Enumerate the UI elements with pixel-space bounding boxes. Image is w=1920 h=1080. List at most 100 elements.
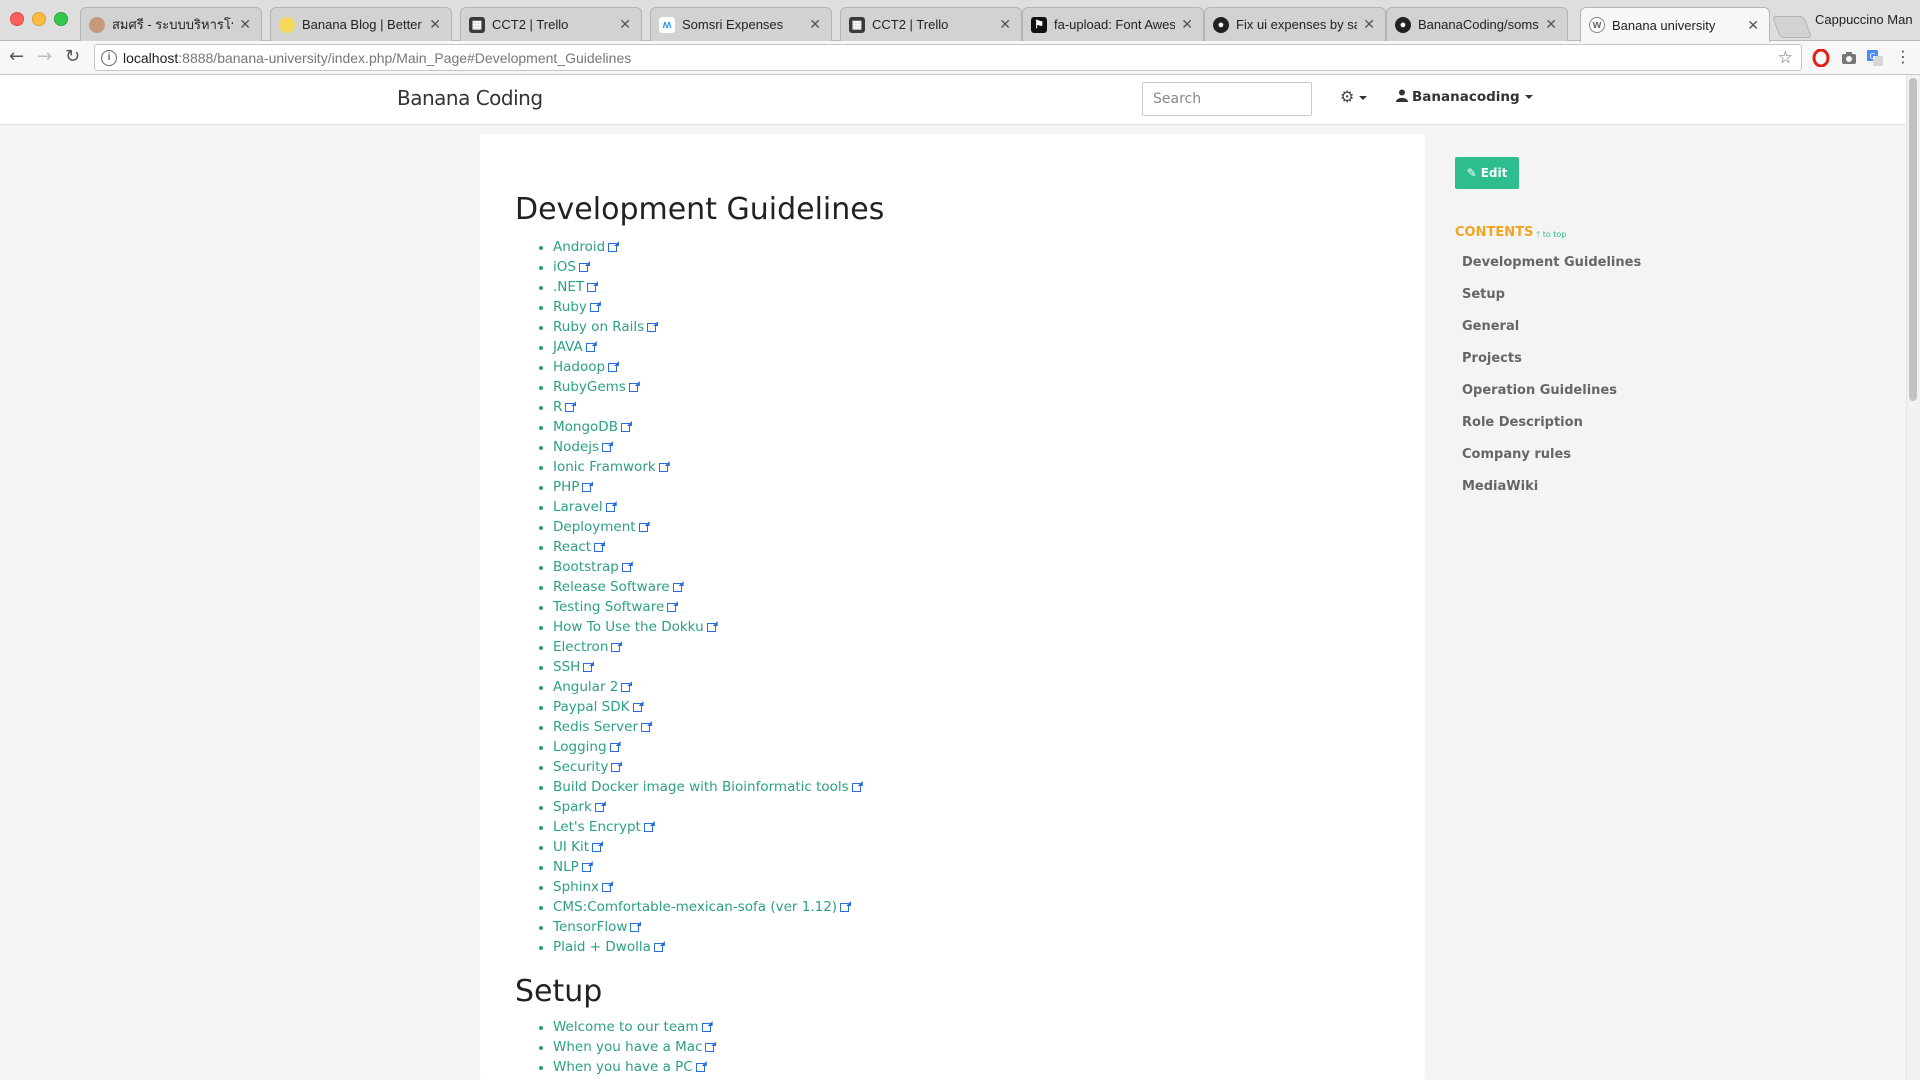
toc-item[interactable]: MediaWiki <box>1462 479 1641 511</box>
wiki-link[interactable]: Let's Encrypt <box>553 819 641 835</box>
wiki-link[interactable]: Security <box>553 759 608 775</box>
browser-tab-active[interactable]: w Banana university ✕ <box>1580 7 1770 42</box>
close-icon[interactable]: ✕ <box>1363 16 1375 33</box>
browser-tab[interactable]: ʍ Somsri Expenses ✕ <box>650 7 832 41</box>
close-icon[interactable]: ✕ <box>999 16 1011 33</box>
wiki-link[interactable]: Spark <box>553 799 592 815</box>
wiki-link[interactable]: Bootstrap <box>553 559 619 575</box>
section-heading-setup: Setup <box>515 974 603 1009</box>
wiki-link[interactable]: React <box>553 539 591 555</box>
wiki-link[interactable]: How To Use the Dokku <box>553 619 704 635</box>
translate-icon[interactable]: G <box>1866 49 1884 67</box>
wiki-link[interactable]: SSH <box>553 659 580 675</box>
wiki-link[interactable]: Hadoop <box>553 359 605 375</box>
external-link-icon <box>608 243 618 252</box>
wiki-link[interactable]: Electron <box>553 639 608 655</box>
setup-list: Welcome to our team When you have a Mac Wh… <box>535 1017 715 1077</box>
search-input[interactable] <box>1142 82 1312 116</box>
toc-item[interactable]: Role Description <box>1462 415 1641 447</box>
wiki-link[interactable]: .NET <box>553 279 584 295</box>
wiki-link[interactable]: RubyGems <box>553 379 626 395</box>
toc-item[interactable]: Projects <box>1462 351 1641 383</box>
close-icon[interactable]: ✕ <box>619 16 631 33</box>
maximize-window-button[interactable] <box>54 12 68 26</box>
browser-tab[interactable]: สมศรี - ระบบบริหารโรงเรียน ✕ <box>80 7 262 41</box>
browser-tab[interactable]: ▦ CCT2 | Trello ✕ <box>460 7 642 41</box>
settings-dropdown[interactable]: ⚙ <box>1340 87 1368 106</box>
list-item: Welcome to our team <box>553 1017 714 1037</box>
wiki-link[interactable]: Deployment <box>553 519 636 535</box>
wiki-link[interactable]: Welcome to our team <box>553 1019 699 1035</box>
close-icon[interactable]: ✕ <box>239 16 251 33</box>
wiki-link[interactable]: Testing Software <box>553 599 664 615</box>
wiki-link[interactable]: Ruby on Rails <box>553 319 644 335</box>
wiki-link[interactable]: MongoDB <box>553 419 618 435</box>
avatar-icon <box>89 16 105 33</box>
browser-tab[interactable]: ● Fix ui expenses by saw ✕ <box>1204 7 1386 41</box>
camera-icon[interactable] <box>1840 49 1858 67</box>
wiki-link[interactable]: Ionic Framwork <box>553 459 656 475</box>
list-item: Logging <box>553 737 861 757</box>
new-tab-button[interactable] <box>1771 16 1813 38</box>
wiki-link[interactable]: Laravel <box>553 499 603 515</box>
browser-profile-name[interactable]: Cappuccino Man <box>1815 12 1913 27</box>
external-link-icon <box>611 763 621 772</box>
browser-tab[interactable]: ● BananaCoding/somsri | ✕ <box>1386 7 1568 41</box>
close-icon[interactable]: ✕ <box>1747 17 1759 34</box>
wiki-link[interactable]: PHP <box>553 479 579 495</box>
toc-item[interactable]: General <box>1462 319 1641 351</box>
wiki-link[interactable]: Android <box>553 239 605 255</box>
wiki-link[interactable]: Sphinx <box>553 879 599 895</box>
wiki-link[interactable]: When you have a Mac <box>553 1039 702 1055</box>
toc-item[interactable]: Development Guidelines <box>1462 255 1641 287</box>
wiki-link[interactable]: CMS:Comfortable-mexican-sofa (ver 1.12) <box>553 899 837 915</box>
edit-button[interactable]: ✎ Edit <box>1455 157 1519 189</box>
forward-arrow-icon[interactable]: → <box>37 47 52 67</box>
wiki-link[interactable]: Nodejs <box>553 439 599 455</box>
wiki-link[interactable]: NLP <box>553 859 579 875</box>
svg-text:G: G <box>1870 52 1876 61</box>
wiki-link[interactable]: Logging <box>553 739 607 755</box>
wiki-link[interactable]: TensorFlow <box>553 919 627 935</box>
wiki-link[interactable]: Ruby <box>553 299 587 315</box>
kebab-menu-icon[interactable]: ⋮ <box>1895 47 1911 67</box>
external-link-icon <box>653 943 663 952</box>
external-link-icon <box>672 583 682 592</box>
browser-tab[interactable]: ⚑ fa-upload: Font Awesome ✕ <box>1022 7 1204 41</box>
wiki-link[interactable]: UI Kit <box>553 839 589 855</box>
close-window-button[interactable] <box>10 12 24 26</box>
toc-item[interactable]: Setup <box>1462 287 1641 319</box>
browser-tab[interactable]: Banana Blog | Better by ✕ <box>270 7 452 41</box>
wiki-link[interactable]: Redis Server <box>553 719 638 735</box>
scrollbar-thumb[interactable] <box>1909 78 1917 401</box>
wiki-link[interactable]: Release Software <box>553 579 670 595</box>
toc-item[interactable]: Operation Guidelines <box>1462 383 1641 415</box>
close-icon[interactable]: ✕ <box>809 16 821 33</box>
opera-icon[interactable] <box>1812 49 1830 67</box>
wiki-link[interactable]: Plaid + Dwolla <box>553 939 651 955</box>
info-icon[interactable]: i <box>101 49 117 66</box>
wiki-link[interactable]: Paypal SDK <box>553 699 630 715</box>
bookmark-star-icon[interactable]: ☆ <box>1778 48 1793 68</box>
close-icon[interactable]: ✕ <box>1545 16 1557 33</box>
browser-tab[interactable]: ▦ CCT2 | Trello ✕ <box>840 7 1022 41</box>
close-icon[interactable]: ✕ <box>429 16 441 33</box>
site-brand[interactable]: Banana Coding <box>397 86 543 110</box>
wiki-link[interactable]: Build Docker image with Bioinformatic to… <box>553 779 849 795</box>
wiki-link[interactable]: R <box>553 399 562 415</box>
wiki-link[interactable]: iOS <box>553 259 576 275</box>
wiki-link[interactable]: Angular 2 <box>553 679 618 695</box>
external-link-icon <box>578 263 588 272</box>
to-top-link[interactable]: 🡑 to top <box>1536 229 1566 243</box>
close-icon[interactable]: ✕ <box>1181 16 1193 33</box>
user-menu[interactable]: Bananacoding <box>1396 89 1533 105</box>
wiki-link[interactable]: When you have a PC <box>553 1059 693 1075</box>
wiki-link[interactable]: JAVA <box>553 339 583 355</box>
toc-item[interactable]: Company rules <box>1462 447 1641 479</box>
back-arrow-icon[interactable]: ← <box>9 47 24 67</box>
minimize-window-button[interactable] <box>32 12 46 26</box>
user-icon <box>1396 89 1408 102</box>
reload-icon[interactable]: ↻ <box>65 47 80 67</box>
address-bar[interactable]: i localhost:8888/banana-university/index… <box>94 44 1802 71</box>
trello-icon: ▦ <box>849 16 865 33</box>
